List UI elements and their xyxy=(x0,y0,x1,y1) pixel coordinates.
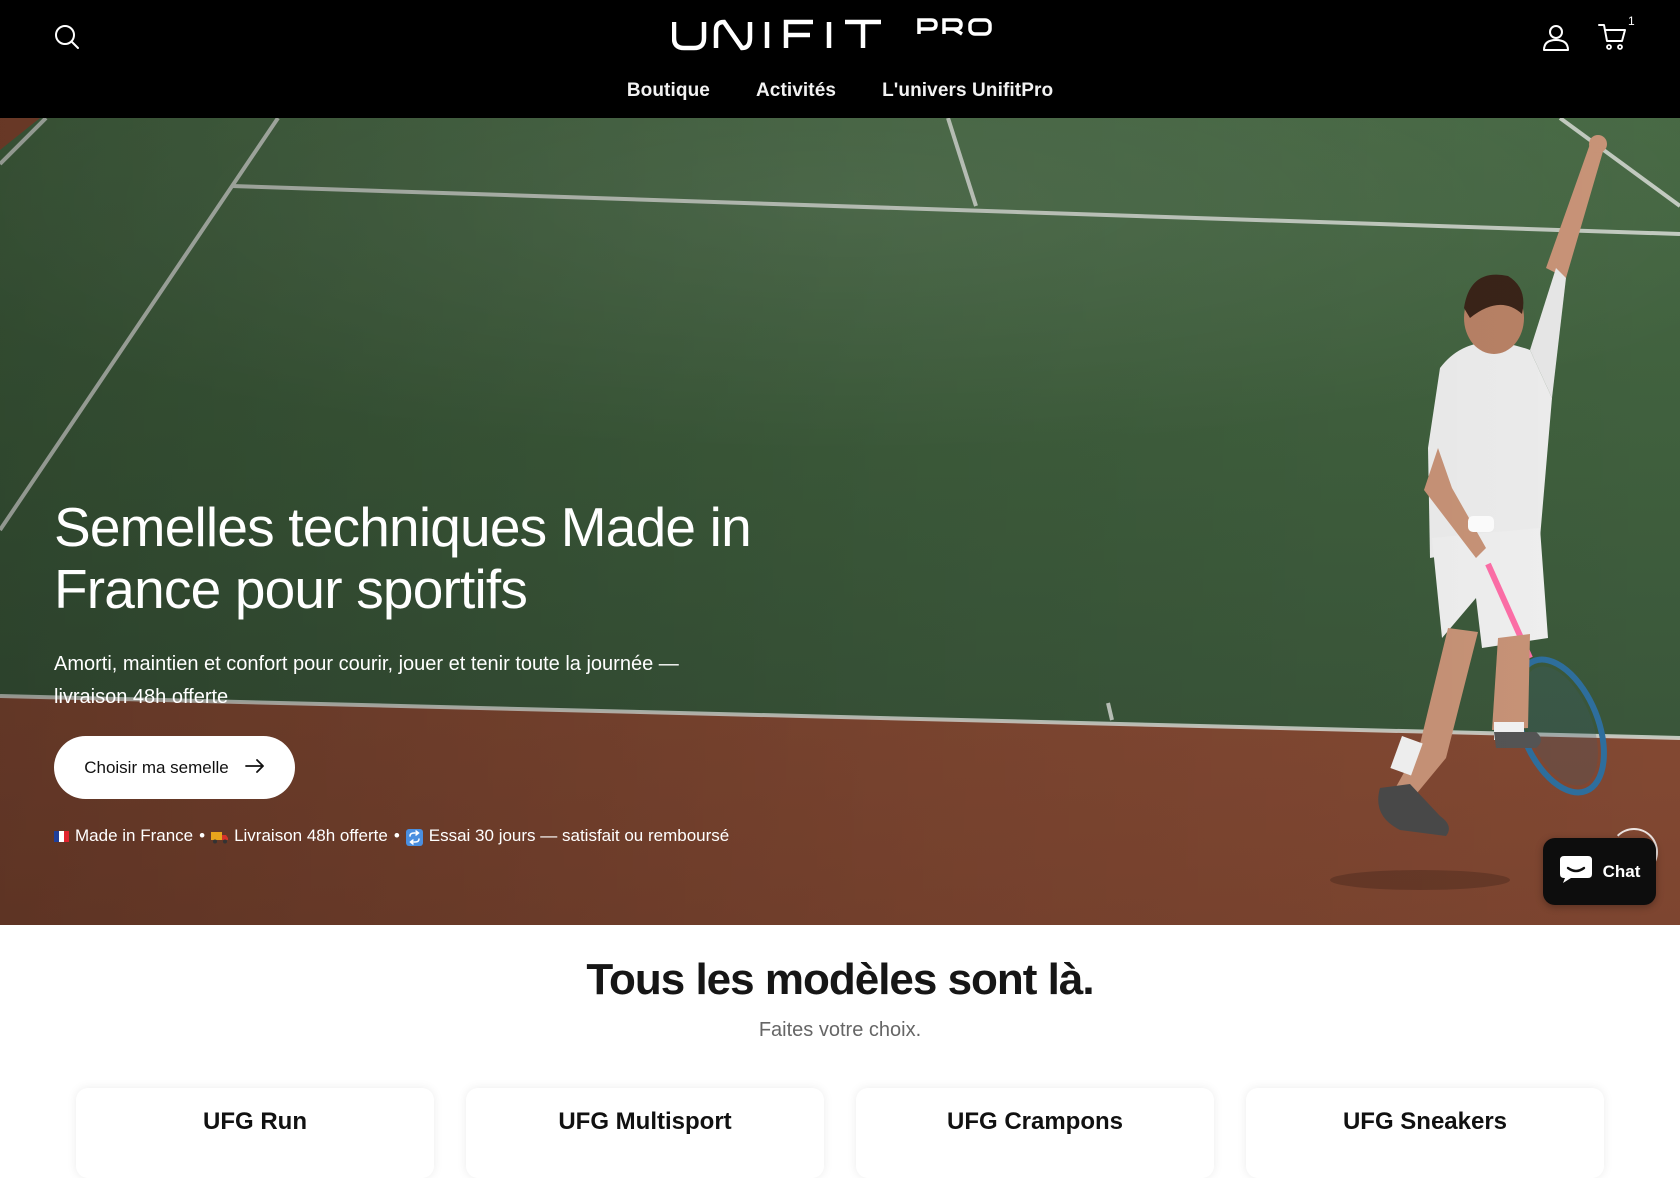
product-card-ufg-sneakers[interactable]: UFG Sneakers xyxy=(1246,1088,1604,1178)
trust-badges: Made in France • Livraison 48h offerte • xyxy=(54,826,729,846)
models-section-subtitle: Faites votre choix. xyxy=(758,1019,922,1041)
arrow-right-icon xyxy=(244,758,265,778)
cart-icon[interactable] xyxy=(1594,18,1632,56)
badge-label: Made in France xyxy=(75,826,194,845)
cart-count-badge: 1 xyxy=(1628,14,1635,28)
badge-separator: • xyxy=(393,826,400,845)
product-card-ufg-crampons[interactable]: UFG Crampons xyxy=(856,1088,1214,1178)
repeat-icon xyxy=(405,829,423,846)
main-nav: Boutique Activités L'univers UnifitPro xyxy=(0,80,1680,108)
chat-button[interactable]: Chat xyxy=(1543,838,1656,905)
france-flag-icon xyxy=(54,830,69,842)
badge-separator: • xyxy=(199,826,206,845)
badge-label: Essai 30 jours — satisfait ou remboursé xyxy=(428,826,730,845)
hero-subtitle: Amorti, maintien et confort pour courir,… xyxy=(54,653,679,708)
cta-label: Choisir ma semelle xyxy=(84,757,229,777)
hero-banner: Semelles techniques Made in France pour … xyxy=(0,118,1680,925)
product-card-ufg-run[interactable]: UFG Run xyxy=(76,1088,434,1178)
chat-bubble-icon xyxy=(1559,854,1593,889)
choose-insole-button[interactable]: Choisir ma semelle xyxy=(54,736,295,799)
badge-delivery: Livraison 48h offerte xyxy=(211,826,388,846)
search-icon[interactable] xyxy=(48,18,86,56)
product-card-ufg-multisport[interactable]: UFG Multisport xyxy=(466,1088,824,1178)
badge-trial: Essai 30 jours — satisfait ou remboursé xyxy=(405,826,730,846)
chat-label: Chat xyxy=(1602,861,1641,881)
product-card-title: UFG Multisport xyxy=(558,1108,732,1135)
site-header: 1 Boutique Activités L'univers UnifitPro xyxy=(0,0,1680,118)
account-icon[interactable] xyxy=(1537,18,1575,56)
hero-title: Semelles techniques Made in France pour … xyxy=(54,496,752,620)
nav-item-univers[interactable]: L'univers UnifitPro xyxy=(882,80,1053,108)
unifitpro-logo[interactable] xyxy=(671,18,1008,54)
badge-label: Livraison 48h offerte xyxy=(234,826,388,845)
product-card-title: UFG Run xyxy=(203,1108,307,1135)
delivery-truck-icon xyxy=(211,829,229,844)
product-card-list: UFG Run UFG Multisport UFG Crampons UFG … xyxy=(0,1088,1680,1178)
models-section-title: Tous les modèles sont là. xyxy=(586,955,1094,1004)
nav-item-boutique[interactable]: Boutique xyxy=(627,80,710,108)
badge-made-in-france: Made in France xyxy=(54,826,193,846)
product-card-title: UFG Crampons xyxy=(946,1108,1123,1135)
nav-item-activites[interactable]: Activités xyxy=(756,80,836,108)
product-card-title: UFG Sneakers xyxy=(1342,1108,1508,1135)
